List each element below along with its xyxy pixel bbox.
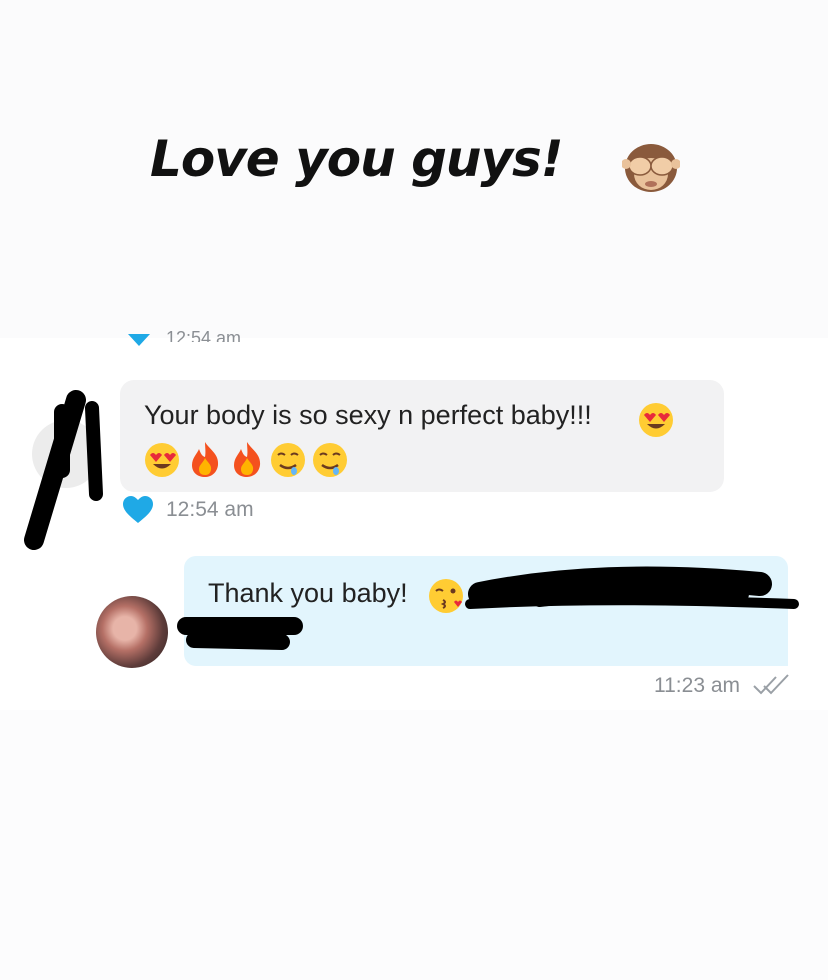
heart-icon [128, 334, 150, 346]
drooling-face-emoji [271, 443, 305, 477]
incoming-message-bubble[interactable]: Your body is so sexy n perfect baby!!! [120, 380, 724, 492]
read-receipt-double-check-icon [753, 674, 789, 695]
fire-emoji [192, 442, 219, 477]
outgoing-message-bubble[interactable]: Thank you baby! L [184, 556, 788, 666]
incoming-message-text: Your body is so sexy n perfect baby!!! [144, 400, 592, 430]
incoming-timestamp: 12:54 am [166, 498, 254, 521]
see-no-evil-monkey-emoji [622, 144, 680, 192]
drooling-face-emoji [313, 443, 347, 477]
user-avatar[interactable] [96, 596, 168, 668]
fire-emoji [234, 442, 261, 477]
cut-off-timestamp: 12:54 am [166, 328, 242, 342]
caption-banner: Love you guys! [0, 0, 828, 338]
outgoing-message-text: Thank you baby! [208, 578, 408, 608]
sender-avatar[interactable] [32, 420, 100, 488]
chat-thread[interactable]: 12:54 am Your body is so sexy n perfect … [0, 328, 828, 710]
heart-icon[interactable] [122, 496, 154, 524]
caption-text: Love you guys! [150, 130, 564, 188]
kissing-face-emoji [429, 579, 463, 613]
heart-eyes-emoji [639, 403, 673, 437]
outgoing-message-partial-text: L [472, 578, 488, 608]
outgoing-timestamp: 11:23 am [654, 674, 740, 697]
heart-eyes-emoji [145, 443, 179, 477]
